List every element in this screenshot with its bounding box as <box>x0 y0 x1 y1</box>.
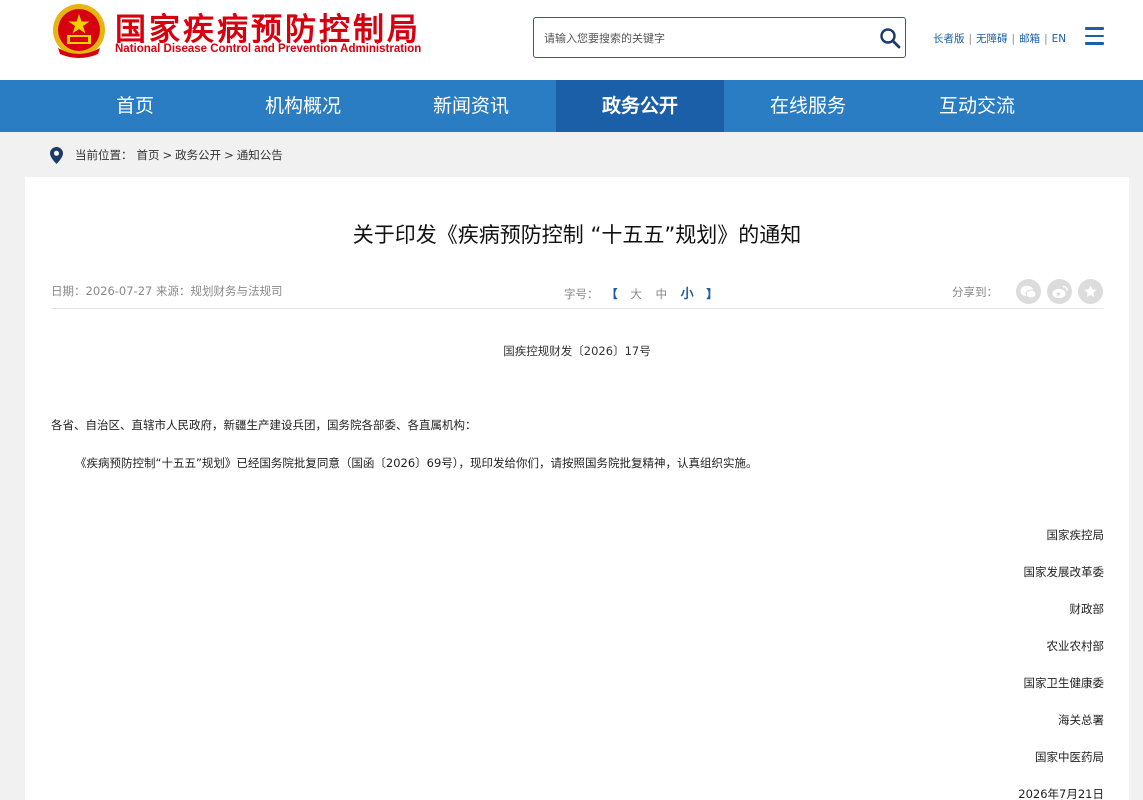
font-size-medium[interactable]: 中 <box>655 287 667 301</box>
hamburger-menu-icon[interactable] <box>1085 27 1104 45</box>
font-size-small[interactable]: 小 <box>681 287 694 302</box>
signer: 财政部 <box>1069 602 1105 616</box>
nav-item-news[interactable]: 新闻资讯 <box>387 80 555 132</box>
top-links: 长者版 | 无障碍 | 邮箱 | EN <box>933 31 1066 46</box>
signer: 国家卫生健康委 <box>1023 676 1105 690</box>
breadcrumb-label: 当前位置： <box>75 148 133 162</box>
bracket-open: 【 <box>606 287 618 301</box>
bracket-close: 】 <box>706 287 718 301</box>
document-number: 国疾控规财发〔2026〕17号 <box>503 344 651 358</box>
breadcrumb-separator: > <box>162 148 173 162</box>
nav-item-government-affairs[interactable]: 政务公开 <box>556 80 724 132</box>
breadcrumb-home[interactable]: 首页 <box>137 147 160 163</box>
search-box <box>533 17 906 58</box>
body-paragraph: 《疾病预防控制“十五五”规划》已经国务院批复同意（国函〔2026〕69号），现印… <box>75 456 758 470</box>
link-separator: | <box>968 33 973 45</box>
location-pin-icon <box>50 146 63 164</box>
search-input[interactable] <box>544 27 864 49</box>
font-size-label: 字号： <box>564 287 599 301</box>
signer: 海关总署 <box>1058 713 1104 727</box>
article-card: 关于印发《疾病预防控制 “十五五”规划》的通知 日期：2026-07-27 来源… <box>25 177 1129 800</box>
signer: 国家中医药局 <box>1035 750 1104 764</box>
article-info: 日期：2026-07-27 来源：规划财务与法规司 <box>51 283 283 299</box>
wechat-share-icon[interactable] <box>1016 279 1041 304</box>
national-emblem-icon[interactable] <box>50 2 108 60</box>
favorite-star-icon[interactable] <box>1078 279 1103 304</box>
accessibility-link[interactable]: 无障碍 <box>976 33 1008 45</box>
nav-item-home[interactable]: 首页 <box>51 80 219 132</box>
breadcrumb-separator: > <box>224 148 234 162</box>
addressee: 各省、自治区、直辖市人民政府，新疆生产建设兵团，国务院各部委、各直属机构： <box>51 418 477 432</box>
date-label: 日期： <box>51 284 86 298</box>
article-source: 规划财务与法规司 <box>190 284 283 298</box>
mailbox-link[interactable]: 邮箱 <box>1019 33 1040 45</box>
breadcrumb-government-affairs[interactable]: 政务公开 <box>175 147 221 163</box>
weibo-share-icon[interactable] <box>1047 279 1072 304</box>
meta-divider <box>51 308 1103 309</box>
nav-item-interaction[interactable]: 互动交流 <box>893 80 1061 132</box>
share-bar: 分享到： <box>952 279 1103 304</box>
article-meta: 日期：2026-07-27 来源：规划财务与法规司 字号： 【 大 中 小 】 … <box>51 279 1103 304</box>
share-label: 分享到： <box>952 284 998 299</box>
main-nav: 首页 机构概况 新闻资讯 政务公开 在线服务 互动交流 <box>0 80 1143 132</box>
site-header: 国家疾病预防控制局 National Disease Control and P… <box>0 0 1143 80</box>
breadcrumb: 当前位置： 首页 > 政务公开 > 通知公告 <box>50 145 283 165</box>
font-size-large[interactable]: 大 <box>630 287 642 301</box>
nav-item-online-services[interactable]: 在线服务 <box>724 80 892 132</box>
english-link[interactable]: EN <box>1052 33 1067 45</box>
signer-list: 国家疾控局 国家发展改革委 财政部 农业农村部 国家卫生健康委 海关总署 国家中… <box>1018 527 1104 800</box>
signer: 国家发展改革委 <box>1023 565 1105 579</box>
article-date: 2026-07-27 <box>85 284 153 298</box>
signer: 农业农村部 <box>1046 639 1105 653</box>
source-label: 来源： <box>156 284 191 298</box>
font-size-control: 字号： 【 大 中 小 】 <box>564 283 722 302</box>
link-separator: | <box>1011 33 1016 45</box>
signing-date: 2026年7月21日 <box>1018 787 1104 800</box>
elder-mode-link[interactable]: 长者版 <box>933 33 965 45</box>
breadcrumb-notices[interactable]: 通知公告 <box>237 147 283 163</box>
link-separator: | <box>1044 33 1048 45</box>
article-title: 关于印发《疾病预防控制 “十五五”规划》的通知 <box>352 223 802 247</box>
nav-item-about[interactable]: 机构概况 <box>219 80 387 132</box>
signer: 国家疾控局 <box>1046 528 1105 542</box>
site-logo-subtitle: National Disease Control and Prevention … <box>115 43 422 55</box>
search-icon[interactable] <box>878 26 902 50</box>
